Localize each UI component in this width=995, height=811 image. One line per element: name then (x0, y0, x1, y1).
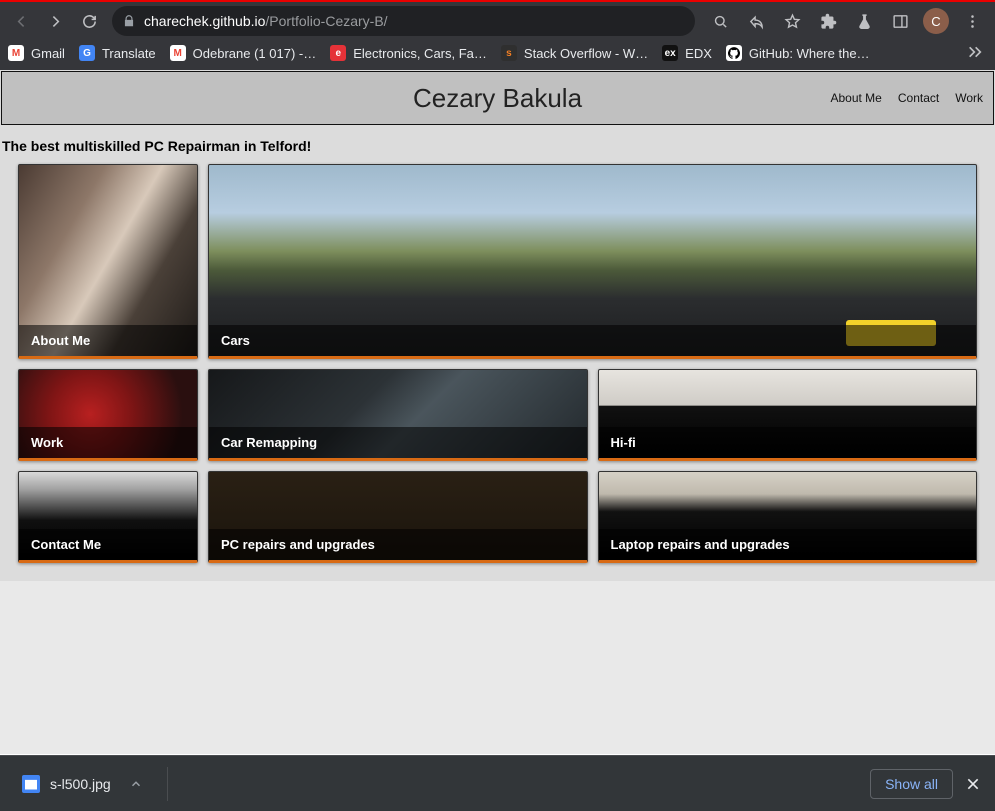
bookmark-odebrane[interactable]: MOdebrane (1 017) -… (170, 45, 317, 61)
url-path: /Portfolio-Cezary-B/ (265, 13, 387, 29)
favicon: e (330, 45, 346, 61)
page-viewport: Cezary Bakula About Me Contact Work The … (0, 70, 995, 754)
url-text: charechek.github.io/Portfolio-Cezary-B/ (144, 13, 388, 29)
tile-about[interactable]: About Me (18, 164, 198, 359)
tile-caption: Work (19, 427, 197, 458)
tagline: The best multiskilled PC Repairman in Te… (0, 126, 995, 164)
tile-caption: Car Remapping (209, 427, 587, 458)
profile-avatar[interactable]: C (919, 6, 953, 36)
nav-work[interactable]: Work (955, 91, 983, 105)
download-filename: s-l500.jpg (50, 776, 111, 792)
divider (167, 767, 168, 801)
github-icon (726, 45, 742, 61)
bookmark-stackoverflow[interactable]: sStack Overflow - W… (501, 45, 648, 61)
bookmarks-bar: MGmail GTranslate MOdebrane (1 017) -… e… (0, 40, 995, 70)
back-button[interactable] (6, 6, 36, 36)
avatar-initial: C (923, 8, 949, 34)
favicon: ex (662, 45, 678, 61)
toolbar-right: C (703, 6, 989, 36)
forward-button[interactable] (40, 6, 70, 36)
download-shelf: s-l500.jpg Show all (0, 755, 995, 811)
tile-cars[interactable]: Cars (208, 164, 977, 359)
share-icon[interactable] (739, 6, 773, 36)
nav-about[interactable]: About Me (830, 91, 881, 105)
tile-caption: About Me (19, 325, 197, 356)
toolbar: charechek.github.io/Portfolio-Cezary-B/ … (0, 2, 995, 40)
browser-chrome: charechek.github.io/Portfolio-Cezary-B/ … (0, 0, 995, 70)
bookmark-edx[interactable]: exEDX (662, 45, 712, 61)
tile-caption: Cars (209, 325, 976, 356)
panel-icon[interactable] (883, 6, 917, 36)
favicon: M (170, 45, 186, 61)
tile-contact[interactable]: Contact Me (18, 471, 198, 563)
labs-icon[interactable] (847, 6, 881, 36)
zoom-icon[interactable] (703, 6, 737, 36)
file-icon (22, 775, 40, 793)
url-host: charechek.github.io (144, 13, 265, 29)
bookmark-github[interactable]: GitHub: Where the… (726, 45, 870, 61)
close-icon[interactable] (965, 776, 981, 792)
tile-caption: Contact Me (19, 529, 197, 560)
tile-caption: Laptop repairs and upgrades (599, 529, 977, 560)
download-item[interactable]: s-l500.jpg (14, 769, 151, 799)
favicon: s (501, 45, 517, 61)
extensions-icon[interactable] (811, 6, 845, 36)
bookmarks-overflow-icon[interactable] (963, 40, 987, 67)
tile-grid: About Me Cars Work Car Remapping Hi-fi (18, 164, 977, 563)
nav-contact[interactable]: Contact (898, 91, 939, 105)
tile-hifi[interactable]: Hi-fi (598, 369, 978, 461)
reload-button[interactable] (74, 6, 104, 36)
lock-icon (122, 14, 136, 28)
tile-caption: PC repairs and upgrades (209, 529, 587, 560)
chevron-up-icon[interactable] (129, 777, 143, 791)
bookmark-electronics[interactable]: eElectronics, Cars, Fa… (330, 45, 487, 61)
show-all-button[interactable]: Show all (870, 769, 953, 799)
tile-pc[interactable]: PC repairs and upgrades (208, 471, 588, 563)
tile-work[interactable]: Work (18, 369, 198, 461)
tile-caption: Hi-fi (599, 427, 977, 458)
header-nav: About Me Contact Work (830, 91, 983, 105)
tile-remap[interactable]: Car Remapping (208, 369, 588, 461)
address-bar[interactable]: charechek.github.io/Portfolio-Cezary-B/ (112, 6, 695, 36)
bookmark-star-icon[interactable] (775, 6, 809, 36)
page-title: Cezary Bakula (413, 83, 582, 114)
kebab-menu-icon[interactable] (955, 6, 989, 36)
page-header: Cezary Bakula About Me Contact Work (1, 71, 994, 125)
empty-area (0, 581, 995, 754)
favicon: G (79, 45, 95, 61)
tile-laptop[interactable]: Laptop repairs and upgrades (598, 471, 978, 563)
bookmark-gmail[interactable]: MGmail (8, 45, 65, 61)
favicon: M (8, 45, 24, 61)
bookmark-translate[interactable]: GTranslate (79, 45, 156, 61)
